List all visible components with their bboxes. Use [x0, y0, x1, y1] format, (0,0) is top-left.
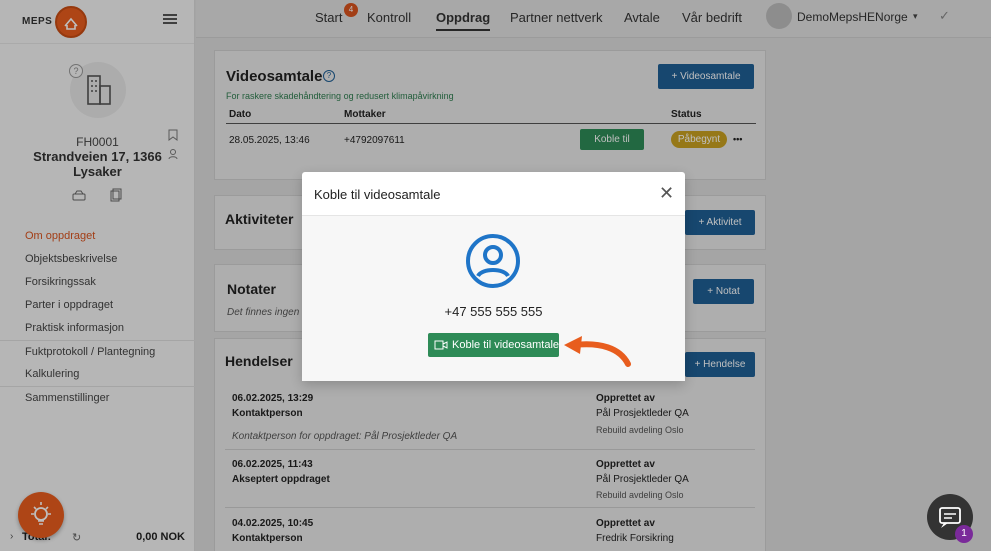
connect-video-label: Koble til videosamtale — [452, 339, 560, 351]
modal-phone: +47 555 555 555 — [444, 304, 543, 319]
modal-header: Koble til videosamtale ✕ — [302, 172, 685, 216]
modal-title: Koble til videosamtale — [314, 187, 441, 202]
video-camera-icon — [434, 340, 448, 350]
connect-video-button[interactable]: Koble til videosamtale — [428, 333, 559, 357]
chat-badge: 1 — [955, 525, 973, 543]
user-circle-icon — [466, 234, 520, 288]
arrow-annotation-icon — [564, 336, 631, 367]
close-icon[interactable]: ✕ — [659, 183, 674, 204]
